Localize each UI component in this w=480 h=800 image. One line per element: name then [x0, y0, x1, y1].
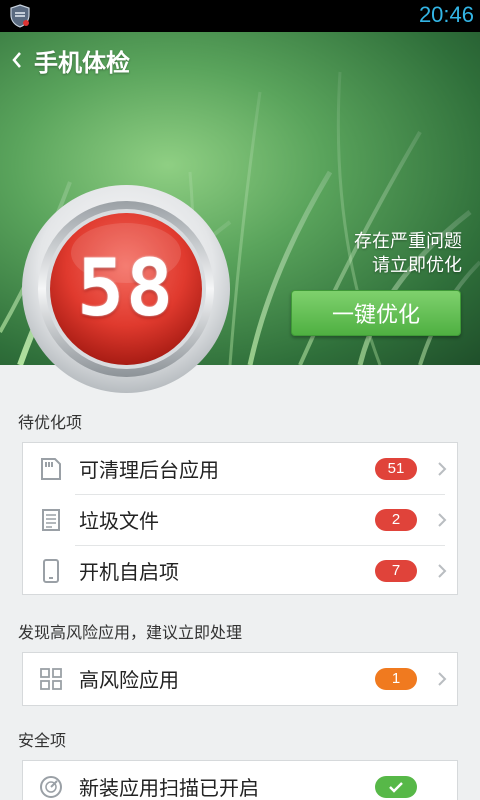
- list-item-new-app-scan[interactable]: 新装应用扫描已开启: [23, 761, 457, 800]
- risk-card: 高风险应用 1: [22, 652, 458, 706]
- chevron-right-icon: [438, 671, 447, 686]
- warning-line-1: 存在严重问题: [354, 231, 462, 252]
- document-icon: [42, 508, 60, 531]
- count-badge: 1: [375, 667, 417, 690]
- page-title: 手机体检: [34, 48, 130, 77]
- list-item-label: 垃圾文件: [79, 509, 159, 533]
- section-title-risk: 发现高风险应用，建议立即处理: [18, 623, 243, 642]
- sd-card-icon: [41, 457, 61, 480]
- back-button[interactable]: [0, 32, 34, 88]
- list-item-label: 开机自启项: [79, 560, 179, 584]
- chevron-right-icon: [438, 512, 447, 527]
- status-bar: 20:46: [0, 0, 480, 32]
- phone-icon: [43, 558, 59, 583]
- count-badge: 7: [375, 559, 417, 582]
- section-title-pending: 待优化项: [18, 413, 83, 432]
- enabled-badge: [375, 775, 417, 798]
- count-badge: 51: [375, 457, 417, 480]
- list-item-startup-items[interactable]: 开机自启项 7: [23, 545, 457, 596]
- count-badge: 2: [375, 508, 417, 531]
- one-click-optimize-button[interactable]: 一键优化: [291, 290, 461, 336]
- section-title-security: 安全项: [18, 731, 67, 750]
- list-item-label: 高风险应用: [79, 668, 179, 692]
- list-item-label: 可清理后台应用: [79, 458, 219, 482]
- check-icon: [389, 781, 403, 793]
- list-item-background-apps[interactable]: 可清理后台应用 51: [23, 443, 457, 494]
- list-item-high-risk-apps[interactable]: 高风险应用 1: [23, 653, 457, 704]
- score-value: 58: [77, 244, 175, 334]
- shield-app-icon: [10, 4, 30, 28]
- warning-line-2: 请立即优化: [372, 255, 462, 276]
- scan-icon: [40, 775, 62, 798]
- clock: 20:46: [418, 2, 474, 27]
- back-icon: [12, 52, 21, 68]
- pending-card: 可清理后台应用 51 垃圾文件 2 开机自启项 7: [22, 442, 458, 595]
- top-bar: 手机体检: [0, 32, 480, 88]
- warning-text: 存在严重问题 请立即优化: [354, 230, 462, 278]
- chevron-right-icon: [438, 461, 447, 476]
- grid-icon: [40, 667, 62, 690]
- security-card: 新装应用扫描已开启: [22, 760, 458, 800]
- list-item-junk-files[interactable]: 垃圾文件 2: [23, 494, 457, 545]
- list-item-label: 新装应用扫描已开启: [79, 776, 259, 800]
- chevron-right-icon: [438, 563, 447, 578]
